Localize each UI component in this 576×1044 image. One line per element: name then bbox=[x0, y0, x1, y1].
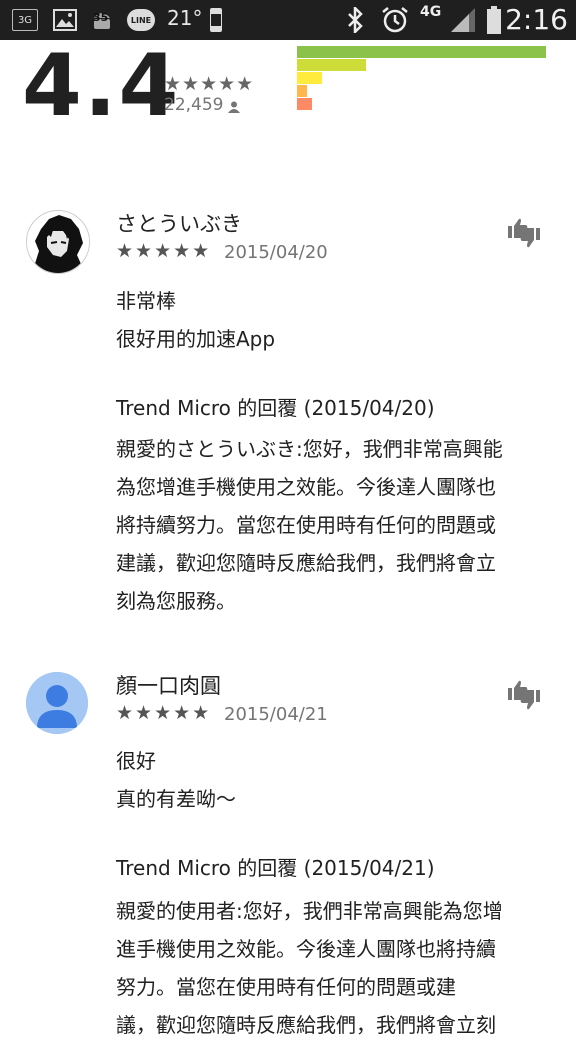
line-label: LINE bbox=[127, 9, 155, 31]
image-icon bbox=[52, 8, 78, 32]
reply-line: 親愛的さとういぶき:您好，我們非常高興能 bbox=[116, 437, 503, 461]
review-author: さとういぶき bbox=[116, 212, 242, 236]
review-stars: ★★★★★ bbox=[116, 240, 212, 262]
network-3g-icon: 3G bbox=[12, 8, 38, 32]
status-bar: 3G 35 LINE 21° 4G 2:16 bbox=[0, 0, 576, 40]
reply-line: 將持續努力。當您在使用時有任何的問題或 bbox=[116, 513, 496, 537]
android-update-icon: 35 bbox=[89, 8, 115, 32]
review-line: 真的有差呦～ bbox=[116, 787, 236, 811]
signal-icon bbox=[449, 8, 477, 32]
review-text: 很好 真的有差呦～ bbox=[116, 742, 556, 818]
review-stars: ★★★★★ bbox=[116, 702, 212, 724]
watch-icon bbox=[206, 8, 226, 32]
rating-bar-3-star bbox=[297, 72, 322, 84]
developer-reply-text: 親愛的使用者:您好，我們非常高興能為您增 進手機使用之效能。今後達人團隊也將持續… bbox=[116, 892, 556, 1044]
reply-line: 親愛的使用者:您好，我們非常高興能為您增 bbox=[116, 899, 503, 923]
network-badge: 3G bbox=[12, 9, 38, 31]
clock: 2:16 bbox=[505, 3, 568, 36]
review-line: 非常棒 bbox=[116, 289, 176, 313]
alarm-icon bbox=[381, 7, 409, 33]
rating-bar-1-star bbox=[297, 98, 312, 110]
temperature: 21° bbox=[167, 6, 203, 30]
avatar[interactable] bbox=[26, 672, 88, 734]
reply-line: 為您增進手機使用之效能。今後達人團隊也 bbox=[116, 475, 496, 499]
reply-line: 刻為您服務。 bbox=[116, 589, 236, 613]
reply-line: 努力。當您在使用時有任何的問題或建 bbox=[116, 975, 456, 999]
review-line: 很好 bbox=[116, 749, 156, 773]
developer-reply-header: Trend Micro 的回覆 (2015/04/20) bbox=[116, 396, 435, 420]
review-line: 很好用的加速App bbox=[116, 327, 276, 351]
review-date: 2015/04/20 bbox=[224, 242, 328, 263]
review-count: 22,459 bbox=[164, 95, 224, 115]
avatar[interactable] bbox=[26, 210, 90, 274]
signal-type: 4G bbox=[420, 4, 442, 20]
badge-number: 35 bbox=[93, 11, 109, 24]
review-date: 2015/04/21 bbox=[224, 704, 328, 725]
rating-bar-5-star bbox=[297, 46, 546, 58]
review-author: 顏一口肉圓 bbox=[116, 674, 221, 698]
bluetooth-icon bbox=[342, 7, 368, 33]
rating-bar-2-star bbox=[297, 85, 307, 97]
reply-line: 進手機使用之效能。今後達人團隊也將持續 bbox=[116, 937, 496, 961]
average-rating: 4.4 bbox=[22, 36, 181, 136]
reply-line: 建議，歡迎您隨時反應給我們，我們將會立 bbox=[116, 551, 496, 575]
battery-icon bbox=[485, 6, 503, 34]
thumbs-icon[interactable] bbox=[506, 216, 542, 250]
average-stars: ★★★★★ bbox=[164, 73, 255, 95]
reply-line: 議，歡迎您隨時反應給我們，我們將會立刻 bbox=[116, 1013, 496, 1037]
person-icon bbox=[228, 98, 240, 113]
rating-bar-4-star bbox=[297, 59, 366, 71]
thumbs-icon[interactable] bbox=[506, 678, 542, 712]
developer-reply-header: Trend Micro 的回覆 (2015/04/21) bbox=[116, 856, 435, 880]
line-app-icon: LINE bbox=[126, 8, 156, 32]
review-text: 非常棒 很好用的加速App bbox=[116, 282, 556, 358]
developer-reply-text: 親愛的さとういぶき:您好，我們非常高興能 為您增進手機使用之效能。今後達人團隊也… bbox=[116, 430, 556, 620]
